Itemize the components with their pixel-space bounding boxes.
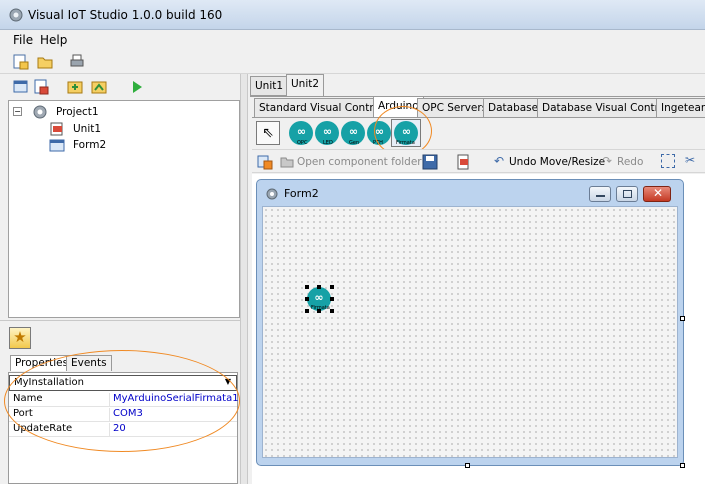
minimize-button[interactable] — [589, 186, 611, 202]
delete-unit-icon[interactable] — [455, 154, 471, 170]
print-icon[interactable] — [68, 53, 86, 71]
form-title: Form2 — [284, 187, 319, 200]
menu-bar: File Help — [0, 30, 705, 50]
palette-caption: LED — [323, 140, 333, 146]
tab-unit1[interactable]: Unit1 — [250, 76, 289, 96]
unit-icon — [50, 122, 63, 136]
favorite-star-icon[interactable]: ★ — [9, 327, 31, 349]
undo-button[interactable]: Undo Move/Resize — [509, 156, 605, 168]
form-resize-handle[interactable] — [465, 463, 470, 468]
tab-opc-servers[interactable]: OPC Servers — [417, 98, 493, 117]
window-title: Visual IoT Studio 1.0.0 build 160 — [28, 8, 223, 22]
add-unit-icon[interactable] — [32, 78, 50, 96]
run-icon[interactable] — [128, 78, 146, 96]
pointer-arrow-icon[interactable]: ⇖ — [256, 121, 280, 145]
selection-handle[interactable] — [330, 309, 334, 313]
import-icon[interactable] — [66, 78, 84, 96]
selection-handle[interactable] — [317, 285, 321, 289]
project-gear-icon — [33, 105, 47, 119]
select-all-icon[interactable] — [661, 154, 675, 168]
gear-icon — [9, 8, 23, 22]
maximize-button[interactable] — [616, 186, 638, 202]
palette-caption: OPC — [297, 140, 308, 146]
folder-arrow-icon — [280, 157, 294, 168]
selection-handle[interactable] — [305, 285, 309, 289]
main-toolbar — [0, 50, 705, 74]
undo-icon: ↶ — [494, 154, 505, 168]
tab-unit2[interactable]: Unit2 — [286, 74, 325, 97]
add-form-icon[interactable] — [12, 78, 30, 96]
tab-database[interactable]: Database — [483, 98, 544, 117]
open-folder-icon[interactable] — [36, 53, 54, 71]
form-client-area[interactable] — [262, 206, 678, 458]
redo-icon: ↷ — [602, 154, 613, 168]
save-icon[interactable] — [422, 154, 438, 170]
panel-splitter[interactable] — [240, 74, 248, 484]
form-resize-handle[interactable] — [680, 463, 685, 468]
tree-item-unit1[interactable]: Unit1 — [73, 123, 101, 135]
form-resize-handle[interactable] — [680, 316, 685, 321]
selection-handle[interactable] — [330, 285, 334, 289]
cut-icon[interactable]: ✂ — [685, 153, 695, 167]
menu-file[interactable]: File — [13, 33, 33, 47]
title-bar: Visual IoT Studio 1.0.0 build 160 — [0, 0, 705, 30]
open-component-folder-button[interactable]: Open component folder — [297, 156, 422, 168]
collapse-toggle-icon[interactable]: − — [13, 107, 22, 116]
menu-help[interactable]: Help — [40, 33, 67, 47]
redo-button[interactable]: Redo — [617, 156, 643, 168]
component-settings-icon[interactable] — [256, 153, 274, 171]
highlight-ellipse — [4, 350, 240, 452]
selection-handle[interactable] — [317, 309, 321, 313]
selection-handle[interactable] — [305, 309, 309, 313]
export-icon[interactable] — [90, 78, 108, 96]
palette-caption: Gen — [349, 140, 360, 146]
tab-ingeteam[interactable]: Ingeteam — [656, 98, 705, 117]
tree-item-form2[interactable]: Form2 — [73, 139, 106, 151]
project-tree: − Project1 Unit1 Form2 — [8, 100, 240, 318]
project-toolbar — [0, 74, 240, 100]
tree-item-project[interactable]: Project1 — [56, 106, 99, 118]
selection-handle[interactable] — [305, 297, 309, 301]
form-gear-icon — [266, 188, 278, 200]
selection-handle[interactable] — [330, 297, 334, 301]
close-button[interactable]: ✕ — [643, 186, 671, 202]
new-project-icon[interactable] — [12, 53, 30, 71]
form-icon — [49, 139, 65, 152]
